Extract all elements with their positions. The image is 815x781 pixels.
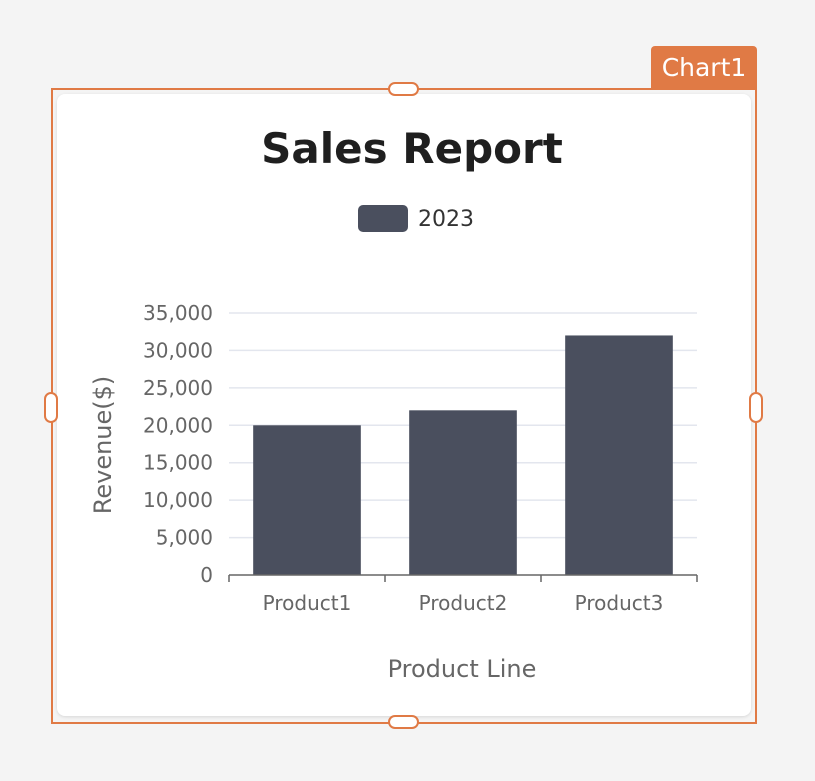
x-axis-title: Product Line	[388, 655, 537, 683]
y-tick-label: 35,000	[143, 301, 213, 325]
y-axis-title: Revenue($)	[89, 376, 117, 515]
x-tick-label: Product2	[419, 591, 508, 615]
bars	[253, 335, 673, 575]
bar	[565, 335, 673, 575]
y-tick-label: 20,000	[143, 413, 213, 437]
y-tick-label: 25,000	[143, 376, 213, 400]
legend-swatch[interactable]	[358, 205, 408, 232]
x-tick-label: Product1	[263, 591, 352, 615]
y-tick-label: 0	[200, 563, 213, 587]
y-tick-label: 15,000	[143, 451, 213, 475]
legend-label[interactable]: 2023	[418, 207, 474, 232]
x-axis	[228, 574, 698, 582]
bar	[409, 410, 517, 575]
y-tick-label: 30,000	[143, 338, 213, 362]
y-tick-label: 10,000	[143, 488, 213, 512]
chart-title: Sales Report	[261, 124, 563, 173]
y-tick-label: 5,000	[156, 526, 213, 550]
bar	[253, 425, 361, 575]
y-axis-ticks: 0 5,000 10,000 15,000 20,000 25,000 30,000 35,0…	[143, 301, 213, 587]
bar-chart: Sales Report 2023 0 5,000 10,000 15,000 20,0…	[89, 124, 698, 683]
x-axis-ticks: Product1 Product2 Product3	[263, 591, 664, 615]
x-tick-label: Product3	[575, 591, 664, 615]
